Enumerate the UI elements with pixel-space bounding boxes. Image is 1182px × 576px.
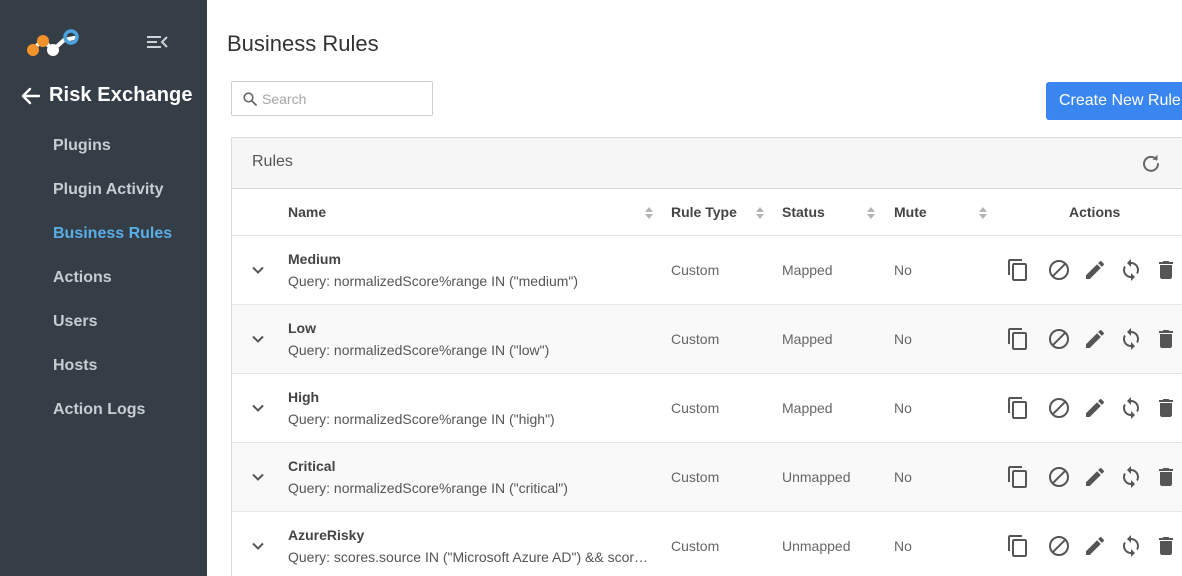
copy-icon[interactable] bbox=[1006, 396, 1030, 420]
refresh-icon[interactable] bbox=[1141, 153, 1161, 173]
section-title: Risk Exchange bbox=[49, 84, 193, 106]
search-box[interactable] bbox=[231, 81, 433, 116]
sort-icon[interactable] bbox=[866, 205, 876, 221]
logo-icon[interactable] bbox=[26, 28, 82, 58]
block-icon[interactable] bbox=[1047, 258, 1071, 282]
page-title: Business Rules bbox=[227, 31, 379, 56]
panel-header: Rules bbox=[232, 138, 1182, 189]
sync-icon[interactable] bbox=[1119, 465, 1143, 489]
rule-type: Custom bbox=[671, 331, 720, 347]
rule-mute: No bbox=[894, 331, 912, 347]
sidebar-item-plugin-activity[interactable]: Plugin Activity bbox=[0, 168, 207, 212]
column-header-name[interactable]: Name bbox=[288, 204, 326, 220]
sidebar-nav: Plugins Plugin Activity Business Rules A… bbox=[0, 124, 207, 432]
menu-collapse-icon[interactable] bbox=[145, 33, 169, 51]
delete-icon[interactable] bbox=[1154, 396, 1178, 420]
search-icon bbox=[243, 92, 257, 106]
sync-icon[interactable] bbox=[1119, 396, 1143, 420]
sidebar-item-actions[interactable]: Actions bbox=[0, 256, 207, 300]
sidebar-item-business-rules[interactable]: Business Rules bbox=[0, 212, 207, 256]
copy-icon[interactable] bbox=[1006, 258, 1030, 282]
block-icon[interactable] bbox=[1047, 465, 1071, 489]
rule-mute: No bbox=[894, 262, 912, 278]
column-header-rule-type[interactable]: Rule Type bbox=[671, 204, 737, 220]
table-row: Low Query: normalizedScore%range IN ("lo… bbox=[232, 305, 1182, 374]
rule-type: Custom bbox=[671, 538, 720, 554]
sidebar-item-plugins[interactable]: Plugins bbox=[0, 124, 207, 168]
sidebar-item-users[interactable]: Users bbox=[0, 300, 207, 344]
sync-icon[interactable] bbox=[1119, 258, 1143, 282]
delete-icon[interactable] bbox=[1154, 258, 1178, 282]
rule-query: Query: normalizedScore%range IN ("medium… bbox=[288, 273, 579, 289]
rule-type: Custom bbox=[671, 262, 720, 278]
rule-mute: No bbox=[894, 400, 912, 416]
rule-type: Custom bbox=[671, 469, 720, 485]
create-new-rule-button[interactable]: Create New Rule bbox=[1046, 82, 1182, 120]
sidebar-item-action-logs[interactable]: Action Logs bbox=[0, 388, 207, 432]
arrow-left-icon bbox=[21, 87, 41, 104]
rule-status: Unmapped bbox=[782, 469, 851, 485]
delete-icon[interactable] bbox=[1154, 534, 1178, 558]
rule-status: Mapped bbox=[782, 262, 833, 278]
table-row: Medium Query: normalizedScore%range IN (… bbox=[232, 236, 1182, 305]
rule-query: Query: normalizedScore%range IN ("low") bbox=[288, 342, 550, 358]
rule-name: Medium bbox=[288, 251, 341, 267]
sync-icon[interactable] bbox=[1119, 327, 1143, 351]
table-header: Name Rule Type Status Mute Actions bbox=[232, 189, 1182, 236]
rule-name: Low bbox=[288, 320, 316, 336]
chevron-down-icon[interactable] bbox=[250, 400, 266, 416]
rule-status: Mapped bbox=[782, 400, 833, 416]
sort-icon[interactable] bbox=[755, 205, 765, 221]
sort-icon[interactable] bbox=[978, 205, 988, 221]
table-row: Critical Query: normalizedScore%range IN… bbox=[232, 443, 1182, 512]
sync-icon[interactable] bbox=[1119, 534, 1143, 558]
table-row: AzureRisky Query: scores.source IN ("Mic… bbox=[232, 512, 1182, 576]
rule-mute: No bbox=[894, 538, 912, 554]
sort-icon[interactable] bbox=[644, 205, 654, 221]
delete-icon[interactable] bbox=[1154, 465, 1178, 489]
main-content: Business Rules Create New Rule Rules Nam… bbox=[207, 0, 1182, 576]
rule-name: AzureRisky bbox=[288, 527, 365, 543]
chevron-down-icon[interactable] bbox=[250, 538, 266, 554]
column-header-mute[interactable]: Mute bbox=[894, 204, 927, 220]
table-row: High Query: normalizedScore%range IN ("h… bbox=[232, 374, 1182, 443]
block-icon[interactable] bbox=[1047, 327, 1071, 351]
panel-title: Rules bbox=[252, 153, 293, 170]
column-header-status[interactable]: Status bbox=[782, 204, 825, 220]
back-to-risk-exchange[interactable]: Risk Exchange bbox=[20, 84, 193, 107]
edit-icon[interactable] bbox=[1083, 258, 1107, 282]
search-input[interactable] bbox=[262, 88, 426, 110]
sidebar: Risk Exchange Plugins Plugin Activity Bu… bbox=[0, 0, 207, 576]
rule-query: Query: normalizedScore%range IN ("high") bbox=[288, 411, 555, 427]
copy-icon[interactable] bbox=[1006, 534, 1030, 558]
copy-icon[interactable] bbox=[1006, 327, 1030, 351]
rule-name: High bbox=[288, 389, 320, 405]
rule-status: Mapped bbox=[782, 331, 833, 347]
rule-query: Query: scores.source IN ("Microsoft Azur… bbox=[288, 549, 654, 565]
column-header-actions: Actions bbox=[1069, 204, 1121, 220]
rule-name: Critical bbox=[288, 458, 336, 474]
edit-icon[interactable] bbox=[1083, 534, 1107, 558]
block-icon[interactable] bbox=[1047, 396, 1071, 420]
chevron-down-icon[interactable] bbox=[250, 262, 266, 278]
rule-status: Unmapped bbox=[782, 538, 851, 554]
rules-panel: Rules Name Rule Type Status Mute Actions… bbox=[231, 137, 1182, 576]
chevron-down-icon[interactable] bbox=[250, 331, 266, 347]
rule-mute: No bbox=[894, 469, 912, 485]
edit-icon[interactable] bbox=[1083, 327, 1107, 351]
rule-type: Custom bbox=[671, 400, 720, 416]
copy-icon[interactable] bbox=[1006, 465, 1030, 489]
rule-query: Query: normalizedScore%range IN ("critic… bbox=[288, 480, 568, 496]
delete-icon[interactable] bbox=[1154, 327, 1178, 351]
block-icon[interactable] bbox=[1047, 534, 1071, 558]
chevron-down-icon[interactable] bbox=[250, 469, 266, 485]
edit-icon[interactable] bbox=[1083, 396, 1107, 420]
sidebar-item-hosts[interactable]: Hosts bbox=[0, 344, 207, 388]
edit-icon[interactable] bbox=[1083, 465, 1107, 489]
